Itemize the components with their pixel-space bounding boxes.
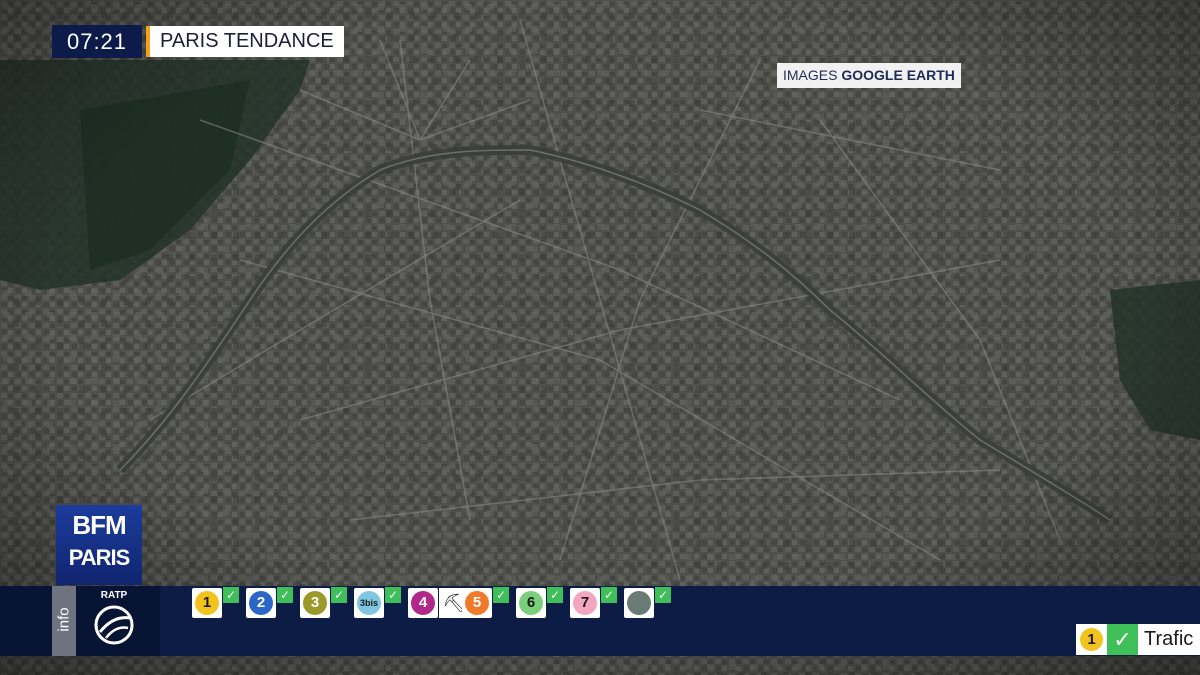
- metro-line-badge: 6: [516, 588, 546, 618]
- info-label: info: [55, 607, 73, 632]
- channel-logo-line1: BFM: [72, 510, 126, 540]
- channel-logo: BFM PARIS: [56, 505, 142, 585]
- image-credit-source: GOOGLE EARTH: [841, 67, 955, 83]
- metro-line-number: 4: [411, 591, 435, 615]
- check-icon: ✓: [331, 587, 347, 603]
- check-icon: ✓: [547, 587, 563, 603]
- metro-line-badge: 3: [300, 588, 330, 618]
- metro-line-number: 3bis: [357, 591, 381, 615]
- metro-line-badge: 7: [570, 588, 600, 618]
- check-icon: ✓: [655, 587, 671, 603]
- check-icon: ✓: [277, 587, 293, 603]
- check-icon: ✓: [385, 587, 401, 603]
- metro-line-number: [627, 591, 651, 615]
- info-tab: info: [52, 586, 76, 656]
- check-icon: ✓: [601, 587, 617, 603]
- metro-line-badge: [624, 588, 654, 618]
- image-credit-prefix: IMAGES: [783, 67, 838, 83]
- ratp-icon: [94, 605, 134, 645]
- broadcast-frame: 07:21 PARIS TENDANCE IMAGES GOOGLE EARTH…: [0, 0, 1200, 675]
- metro-line-number: 3: [303, 591, 327, 615]
- metro-line-number: 5: [465, 591, 489, 615]
- traffic-line-badge: 1: [1078, 626, 1105, 653]
- traffic-label: Trafic: [1144, 628, 1194, 650]
- check-icon: ✓: [223, 587, 239, 603]
- metro-line-number: 2: [249, 591, 273, 615]
- paris-satellite-map: [0, 0, 1200, 675]
- metro-line-badge: 4: [408, 588, 438, 618]
- traffic-line-number: 1: [1080, 628, 1103, 651]
- metro-line-number: 1: [195, 591, 219, 615]
- channel-logo-line2: PARIS: [68, 545, 131, 570]
- check-icon: ✓: [1107, 624, 1138, 655]
- image-credit: IMAGES GOOGLE EARTH: [777, 63, 961, 88]
- ratp-logo: RATP: [86, 590, 142, 652]
- clock: 07:21: [52, 25, 142, 58]
- metro-line-badge: 5: [462, 588, 492, 618]
- metro-line-number: 7: [573, 591, 597, 615]
- check-icon: ✓: [493, 587, 509, 603]
- show-title: PARIS TENDANCE: [146, 26, 344, 57]
- metro-line-badge: 3bis: [354, 588, 384, 618]
- ratp-label: RATP: [100, 590, 128, 601]
- ticker-bar: [0, 586, 1200, 656]
- metro-line-badge: 2: [246, 588, 276, 618]
- metro-line-badge: 1: [192, 588, 222, 618]
- traffic-status: 1 ✓ Trafic: [1076, 624, 1200, 655]
- metro-line-number: 6: [519, 591, 543, 615]
